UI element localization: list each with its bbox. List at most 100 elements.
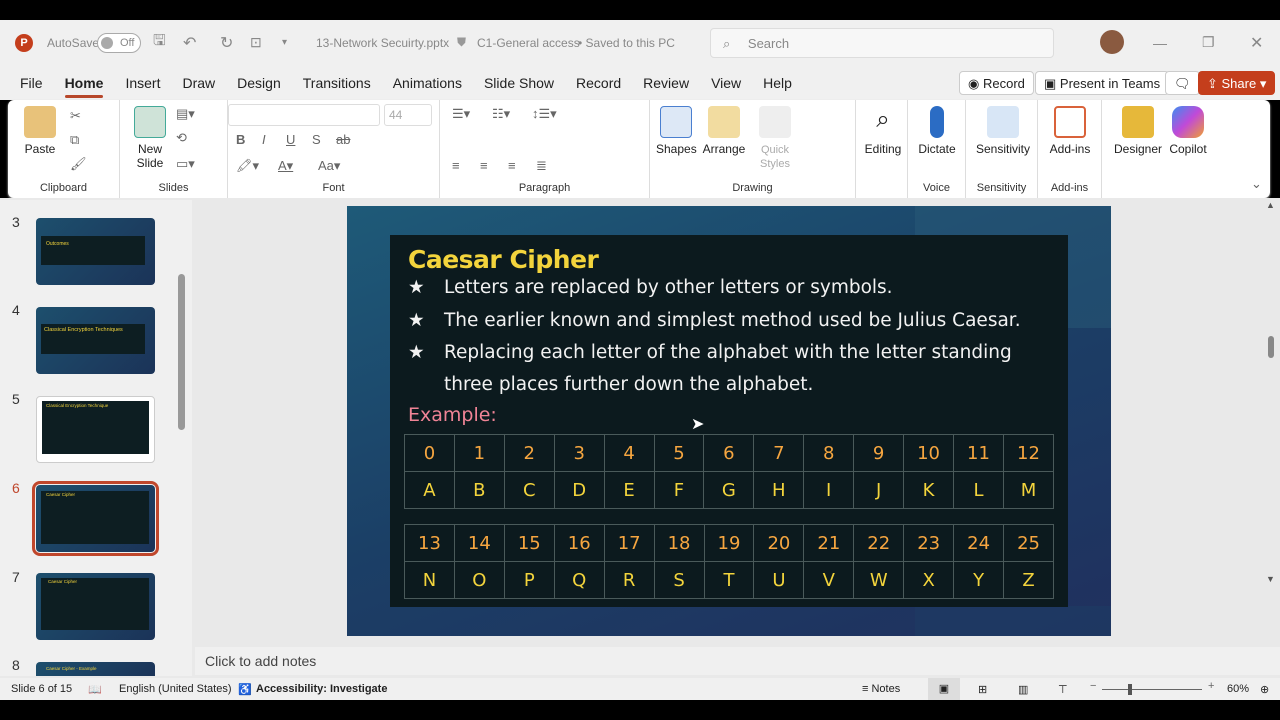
addins-button[interactable]: Add-ins [1046,106,1094,156]
tab-view[interactable]: View [700,75,752,91]
change-case-icon[interactable]: Aa▾ [318,158,340,174]
editing-button[interactable]: ⌕ Editing [860,106,906,156]
designer-button[interactable]: Designer [1112,106,1164,156]
shield-icon: ⛊ [457,35,467,49]
number-cell: 1 [453,434,505,472]
vertical-scrollbar[interactable]: ▲ ▼ [1266,200,1278,640]
close-icon[interactable]: ✕ [1250,33,1263,53]
tab-file[interactable]: File [9,75,54,91]
font-name-dropdown[interactable] [228,104,380,126]
tab-slide-show[interactable]: Slide Show [473,75,565,91]
dictate-button[interactable]: Dictate [914,106,960,156]
present-in-teams-button[interactable]: ▣ Present in Teams [1035,71,1170,95]
cut-icon[interactable]: ✂ [70,108,81,124]
align-left-icon[interactable]: ≡ [452,158,460,173]
normal-view-icon[interactable]: ▣ [928,678,960,700]
record-button[interactable]: ◉ Record [959,71,1034,95]
minimize-icon[interactable]: — [1153,35,1167,51]
font-color-icon[interactable]: A▾ [278,158,293,174]
example-label[interactable]: Example: [408,404,497,426]
collapse-ribbon-icon[interactable]: ⌄ [1251,176,1262,192]
autosave-toggle[interactable]: Off [97,32,141,53]
thumbnail-slide-3[interactable]: Outcomes [36,218,155,285]
tab-insert[interactable]: Insert [114,75,171,91]
restore-icon[interactable]: ❐ [1202,34,1215,51]
tab-transitions[interactable]: Transitions [292,75,382,91]
cipher-table-n-z[interactable]: 13 14 15 16 17 18 19 20 21 22 23 24 25 N O P Q R S T U V W X Y Z [404,524,1054,599]
bullet-3[interactable]: ★ Replacing each letter of the alphabet w… [408,337,1012,369]
reading-view-icon[interactable]: ▥ [1018,683,1028,696]
search-box[interactable]: ⌕ Search [710,28,1054,58]
tab-record[interactable]: Record [565,75,632,91]
line-spacing-icon[interactable]: ↕☰▾ [532,106,557,122]
share-button[interactable]: ⇪ Share ▾ [1198,71,1276,95]
sensitivity-button[interactable]: Sensitivity [970,106,1036,156]
comments-button[interactable]: 🗨 [1165,71,1200,95]
underline-icon[interactable]: U [286,132,295,147]
notes-toggle[interactable]: ≡ Notes [862,683,900,695]
bullet-3-continued[interactable]: three places further down the alphabet. [408,369,813,401]
paste-button[interactable]: Paste [20,106,60,156]
layout-icon[interactable]: ▤▾ [176,106,195,122]
section-icon[interactable]: ▭▾ [176,156,195,172]
zoom-slider[interactable]: − + [1090,680,1218,696]
thumbnail-slide-5[interactable]: Classical Encryption Technique [36,396,155,463]
thumbnails-scrollbar[interactable] [178,274,185,430]
quick-styles-button[interactable]: Quick Styles [754,106,796,170]
bullet-1[interactable]: ★ Letters are replaced by other letters o… [408,272,893,304]
slide-canvas[interactable]: Caesar Cipher ★ Letters are replaced by o… [347,206,1111,636]
accessibility-status[interactable]: Accessibility: Investigate [256,683,387,695]
thumbnail-slide-7[interactable]: Caesar Cipher [36,573,155,640]
new-slide-label: New Slide [136,142,164,170]
slideshow-icon[interactable]: ⊤ [1058,683,1068,696]
copy-icon[interactable]: ⧉ [70,132,79,148]
justify-icon[interactable]: ≣ [536,158,547,174]
save-icon[interactable]: 🖫 [153,30,166,55]
reset-icon[interactable]: ⟲ [176,130,187,146]
slide-sorter-icon[interactable]: ⊞ [978,683,987,696]
cipher-table-a-m[interactable]: 0 1 2 3 4 5 6 7 8 9 10 11 12 A B C D E F G H I J K L M [404,434,1055,509]
save-status[interactable]: • Saved to this PC [578,36,675,50]
language-status[interactable]: English (United States) [119,683,232,695]
new-slide-button[interactable]: New Slide [130,106,170,170]
thumbnail-slide-6[interactable]: Caesar Cipher [32,481,159,556]
strikethrough-icon[interactable]: ab [336,132,350,147]
format-painter-icon[interactable]: 🖌 [70,156,87,172]
addins-btn-label: Add-ins [1049,142,1091,156]
tab-draw[interactable]: Draw [171,75,226,91]
sensitivity-label[interactable]: C1-General access [477,36,580,50]
customize-qat-icon[interactable]: ▾ [282,37,287,48]
tab-design[interactable]: Design [226,75,292,91]
autosave-label: AutoSave [47,35,100,50]
undo-icon[interactable]: ↶ [183,33,196,53]
bullets-icon[interactable]: ☰▾ [452,106,470,122]
highlight-icon[interactable]: 🖍▾ [236,158,259,174]
fit-to-window-icon[interactable]: ⊕ [1260,683,1269,696]
align-center-icon[interactable]: ≡ [480,158,488,173]
slide-thumbnails-pane[interactable]: 3 Outcomes 4 Classical Encryption Techni… [0,200,192,676]
align-right-icon[interactable]: ≡ [508,158,516,173]
arrange-button[interactable]: Arrange [702,106,746,156]
bold-icon[interactable]: B [236,132,245,147]
zoom-level[interactable]: 60% [1227,683,1249,695]
spelling-icon[interactable]: 📖 [88,683,102,696]
shadow-icon[interactable]: S [312,132,321,147]
thumbnail-slide-8[interactable]: Caesar Cipher - Example [36,662,155,676]
tab-help[interactable]: Help [752,75,803,91]
numbering-icon[interactable]: ☷▾ [492,106,510,122]
shapes-button[interactable]: Shapes [656,106,697,156]
thumbnail-slide-4[interactable]: Classical Encryption Techniques [36,307,155,374]
font-size-dropdown[interactable]: 44 [384,104,432,126]
file-name[interactable]: 13-Network Secuirty.pptx [316,36,449,50]
bullet-2[interactable]: ★ The earlier known and simplest method u… [408,305,1021,337]
italic-icon[interactable]: I [262,132,266,147]
tab-home[interactable]: Home [54,75,115,98]
present-icon[interactable]: ⊡ [250,34,262,51]
slide-title[interactable]: Caesar Cipher [408,245,599,274]
redo-icon[interactable]: ↻ [220,33,233,53]
notes-pane[interactable]: Click to add notes [195,647,1280,675]
copilot-button[interactable]: Copilot [1164,106,1212,156]
tab-review[interactable]: Review [632,75,700,91]
avatar[interactable] [1100,30,1124,54]
tab-animations[interactable]: Animations [382,75,473,91]
